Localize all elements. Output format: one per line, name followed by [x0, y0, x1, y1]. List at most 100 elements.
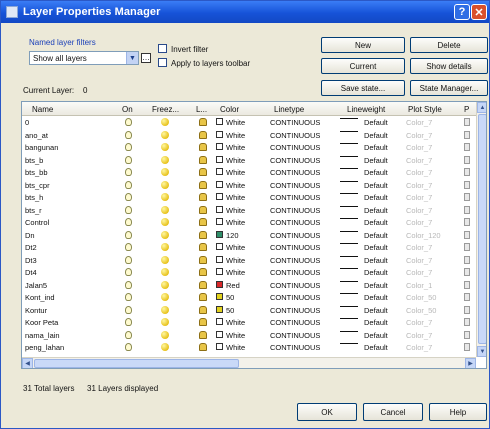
lightbulb-icon[interactable]	[125, 130, 132, 139]
color-swatch[interactable]	[216, 143, 223, 150]
layer-color[interactable]: White	[226, 343, 245, 352]
lock-icon[interactable]	[199, 255, 207, 264]
color-swatch[interactable]	[216, 118, 223, 125]
layer-color[interactable]: 50	[226, 293, 234, 302]
layer-filter-select[interactable]: Show all layers ▼	[29, 51, 139, 65]
sun-icon[interactable]	[161, 168, 169, 176]
layer-lineweight[interactable]: Default	[364, 256, 388, 265]
layer-color[interactable]: White	[226, 331, 245, 340]
layer-linetype[interactable]: CONTINUOUS	[270, 131, 320, 140]
layer-color[interactable]: White	[226, 268, 245, 277]
col-plot-style-header[interactable]: Plot Style	[408, 105, 442, 114]
horizontal-scrollbar[interactable]: ◀ ▶	[22, 357, 476, 368]
color-swatch[interactable]	[216, 243, 223, 250]
layer-linetype[interactable]: CONTINUOUS	[270, 193, 320, 202]
vertical-scrollbar[interactable]: ▲ ▼	[476, 102, 486, 357]
layer-linetype[interactable]: CONTINUOUS	[270, 218, 320, 227]
color-swatch[interactable]	[216, 318, 223, 325]
sun-icon[interactable]	[161, 143, 169, 151]
sun-icon[interactable]	[161, 293, 169, 301]
printer-icon[interactable]	[464, 205, 470, 214]
table-row[interactable]: Dn 120 CONTINUOUS Default Color_120	[22, 230, 476, 241]
save-state-button[interactable]: Save state...	[321, 80, 405, 96]
layer-color[interactable]: White	[226, 243, 245, 252]
layer-lineweight[interactable]: Default	[364, 118, 388, 127]
color-swatch[interactable]	[216, 305, 223, 313]
layer-color[interactable]: White	[226, 118, 245, 127]
col-lineweight-header[interactable]: Lineweight	[347, 105, 385, 114]
layer-color[interactable]: White	[226, 131, 245, 140]
lock-icon[interactable]	[199, 130, 207, 139]
lightbulb-icon[interactable]	[125, 155, 132, 164]
layer-linetype[interactable]: CONTINUOUS	[270, 143, 320, 152]
table-row[interactable]: bts_r White CONTINUOUS Default Color_7	[22, 205, 476, 216]
printer-icon[interactable]	[464, 193, 470, 201]
layer-linetype[interactable]: CONTINUOUS	[270, 206, 320, 215]
sun-icon[interactable]	[161, 205, 169, 214]
layer-lineweight[interactable]: Default	[364, 231, 388, 240]
lock-icon[interactable]	[199, 180, 207, 189]
color-swatch[interactable]	[216, 330, 223, 338]
table-row[interactable]: Control White CONTINUOUS Default Color_7	[22, 217, 476, 228]
lightbulb-icon[interactable]	[125, 280, 132, 289]
lightbulb-icon[interactable]	[125, 318, 132, 326]
color-swatch[interactable]	[216, 168, 223, 175]
layer-linetype[interactable]: CONTINUOUS	[270, 306, 320, 315]
apply-to-toolbar-checkbox[interactable]	[158, 58, 167, 67]
lock-icon[interactable]	[199, 293, 207, 301]
color-swatch[interactable]	[216, 218, 223, 225]
layer-lineweight[interactable]: Default	[364, 168, 388, 177]
printer-icon[interactable]	[464, 180, 470, 189]
layer-lineweight[interactable]: Default	[364, 218, 388, 227]
lock-icon[interactable]	[199, 230, 207, 239]
layer-linetype[interactable]: CONTINUOUS	[270, 331, 320, 340]
scroll-down-icon[interactable]: ▼	[477, 346, 486, 357]
table-row[interactable]: Jalan5 Red CONTINUOUS Default Color_1	[22, 280, 476, 291]
printer-icon[interactable]	[464, 118, 470, 126]
sun-icon[interactable]	[161, 193, 169, 201]
filter-dialog-button[interactable]: …	[141, 53, 151, 63]
sun-icon[interactable]	[161, 118, 169, 126]
table-row[interactable]: ano_at White CONTINUOUS Default Color_7	[22, 130, 476, 141]
layer-linetype[interactable]: CONTINUOUS	[270, 256, 320, 265]
lightbulb-icon[interactable]	[125, 305, 132, 314]
layer-linetype[interactable]: CONTINUOUS	[270, 156, 320, 165]
lightbulb-icon[interactable]	[125, 168, 132, 176]
sun-icon[interactable]	[161, 155, 169, 164]
printer-icon[interactable]	[464, 293, 470, 301]
lightbulb-icon[interactable]	[125, 268, 132, 276]
current-layer-button[interactable]: Current	[321, 58, 405, 74]
printer-icon[interactable]	[464, 343, 470, 351]
table-row[interactable]: bts_bb White CONTINUOUS Default Color_7	[22, 167, 476, 178]
lock-icon[interactable]	[199, 330, 207, 339]
col-color-header[interactable]: Color	[220, 105, 239, 114]
lock-icon[interactable]	[199, 118, 207, 126]
col-linetype-header[interactable]: Linetype	[274, 105, 304, 114]
scroll-up-icon[interactable]: ▲	[477, 102, 486, 113]
lock-icon[interactable]	[199, 318, 207, 326]
sun-icon[interactable]	[161, 218, 169, 226]
layer-linetype[interactable]: CONTINUOUS	[270, 318, 320, 327]
sun-icon[interactable]	[161, 130, 169, 139]
layer-color[interactable]: White	[226, 156, 245, 165]
color-swatch[interactable]	[216, 343, 223, 350]
delete-layer-button[interactable]: Delete	[410, 37, 488, 53]
layer-linetype[interactable]: CONTINUOUS	[270, 281, 320, 290]
layer-lineweight[interactable]: Default	[364, 131, 388, 140]
lightbulb-icon[interactable]	[125, 243, 132, 251]
col-name-header[interactable]: Name	[32, 105, 53, 114]
color-swatch[interactable]	[216, 193, 223, 200]
layer-color[interactable]: White	[226, 193, 245, 202]
table-row[interactable]: Dt2 White CONTINUOUS Default Color_7	[22, 242, 476, 253]
new-layer-button[interactable]: New	[321, 37, 405, 53]
color-swatch[interactable]	[216, 230, 223, 238]
col-plot-header[interactable]: P	[464, 105, 469, 114]
table-row[interactable]: bts_h White CONTINUOUS Default Color_7	[22, 192, 476, 203]
table-row[interactable]: Koor Peta White CONTINUOUS Default Color_7	[22, 317, 476, 328]
color-swatch[interactable]	[216, 280, 223, 288]
lightbulb-icon[interactable]	[125, 218, 132, 226]
printer-icon[interactable]	[464, 268, 470, 276]
lock-icon[interactable]	[199, 193, 207, 201]
lock-icon[interactable]	[199, 218, 207, 226]
lock-icon[interactable]	[199, 243, 207, 251]
